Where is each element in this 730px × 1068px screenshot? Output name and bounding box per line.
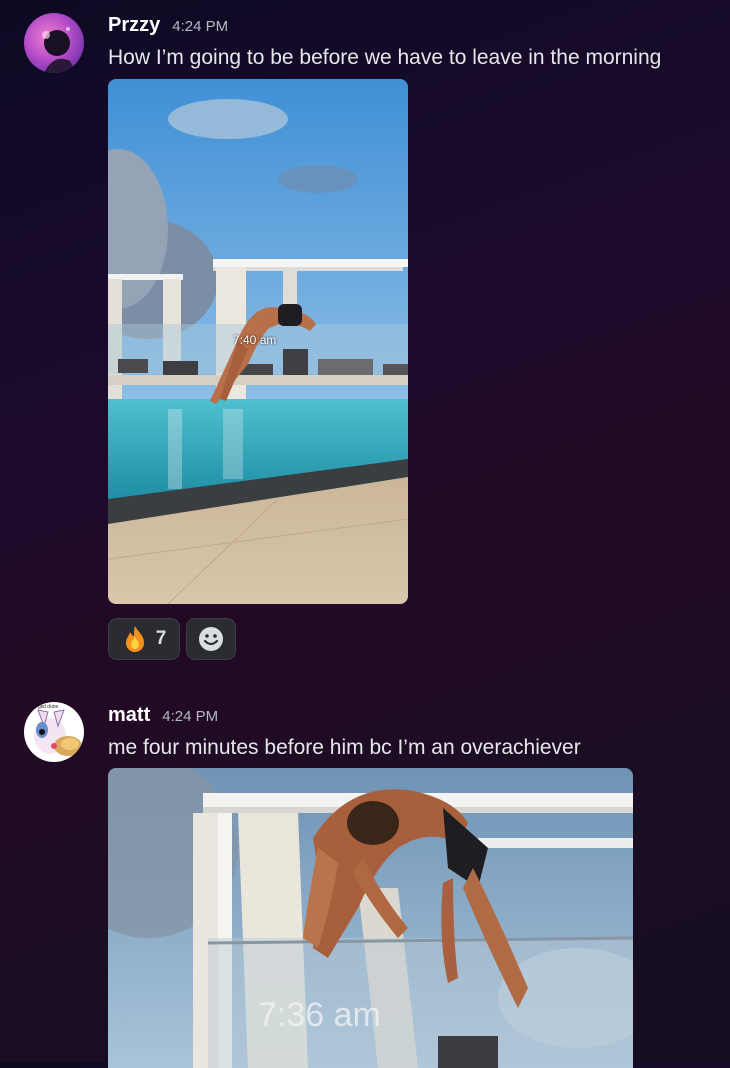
timestamp[interactable]: 4:24 PM [172,18,228,35]
add-reaction-button[interactable] [186,618,236,660]
message-text: me four minutes before him bc I’m an ove… [108,736,581,759]
message-text: How I’m going to be before we have to le… [108,46,662,69]
reaction-count: 7 [155,628,167,649]
timestamp[interactable]: 4:24 PM [162,708,218,725]
video-timestamp-overlay: 7:40 am [233,333,277,347]
smiley-add-reaction-icon [199,627,223,651]
video-attachment[interactable]: 7:40 am [108,79,408,604]
fire-icon [125,626,144,652]
avatar-przzy[interactable] [24,13,84,73]
avatar-matt[interactable]: glid dune [24,702,84,762]
avatar-caption: glid dune [38,704,59,710]
username[interactable]: Przzy [108,14,160,37]
video-timestamp-overlay: 7:36 am [258,996,381,1034]
video-attachment[interactable]: 7:36 am [108,768,633,1068]
username[interactable]: matt [108,704,150,727]
reaction-fire[interactable]: 7 [108,618,180,660]
reactions-bar: 7 [108,618,236,660]
